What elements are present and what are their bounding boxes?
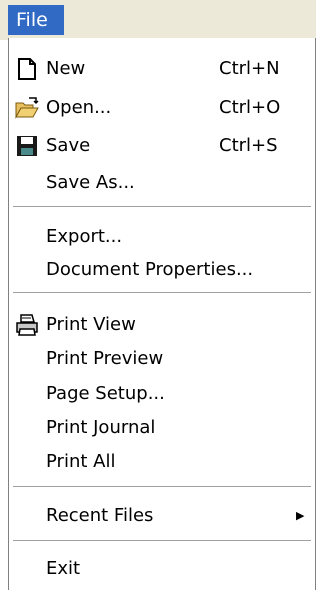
menu-item-label: Exit xyxy=(46,558,81,579)
menu-item-page-setup[interactable]: Page Setup... xyxy=(9,377,315,411)
menu-item-label: Open... xyxy=(46,97,112,118)
menu-separator xyxy=(13,486,311,488)
menu-bar: File xyxy=(0,0,316,40)
menu-separator xyxy=(13,206,311,208)
menu-item-print-view[interactable]: Print View xyxy=(9,308,315,342)
menu-item-label: Recent Files xyxy=(46,505,154,526)
menu-item-print-preview[interactable]: Print Preview xyxy=(9,342,315,376)
new-document-icon xyxy=(15,57,39,81)
menu-item-label: Page Setup... xyxy=(46,383,165,404)
menu-item-shortcut: Ctrl+O xyxy=(219,97,281,118)
menu-item-shortcut: Ctrl+N xyxy=(219,58,280,79)
menu-item-export[interactable]: Export... xyxy=(9,220,315,254)
menu-item-save-as[interactable]: Save As... xyxy=(9,166,315,200)
menu-item-label: Print Preview xyxy=(46,348,164,369)
open-folder-icon xyxy=(15,96,39,120)
menu-item-exit[interactable]: Exit xyxy=(9,552,315,586)
menu-item-recent-files[interactable]: Recent Files ▶ xyxy=(9,499,315,533)
menu-item-label: Export... xyxy=(46,226,123,247)
menu-item-document-properties[interactable]: Document Properties... xyxy=(9,253,315,287)
file-menu-title[interactable]: File xyxy=(8,5,64,35)
menu-item-print-journal[interactable]: Print Journal xyxy=(9,411,315,445)
file-menu-dropdown: New Ctrl+N Open... Ctrl+O Save Ctrl+S Sa… xyxy=(8,38,316,590)
printer-icon xyxy=(15,313,39,337)
submenu-arrow-icon: ▶ xyxy=(296,509,305,522)
menu-separator xyxy=(13,292,311,294)
menu-item-open[interactable]: Open... Ctrl+O xyxy=(9,91,315,125)
floppy-disk-icon xyxy=(15,134,39,158)
menu-separator xyxy=(13,540,311,542)
menu-item-new[interactable]: New Ctrl+N xyxy=(9,52,315,86)
menu-item-label: New xyxy=(46,58,86,79)
menu-item-label: Document Properties... xyxy=(46,259,254,280)
menu-item-label: Save xyxy=(46,135,91,156)
menu-item-label: Save As... xyxy=(46,172,135,193)
menu-item-label: Print View xyxy=(46,314,136,335)
menu-item-shortcut: Ctrl+S xyxy=(219,135,278,156)
menu-item-print-all[interactable]: Print All xyxy=(9,445,315,479)
menu-item-label: Print Journal xyxy=(46,417,156,438)
menu-item-label: Print All xyxy=(46,451,116,472)
menu-item-save[interactable]: Save Ctrl+S xyxy=(9,129,315,163)
